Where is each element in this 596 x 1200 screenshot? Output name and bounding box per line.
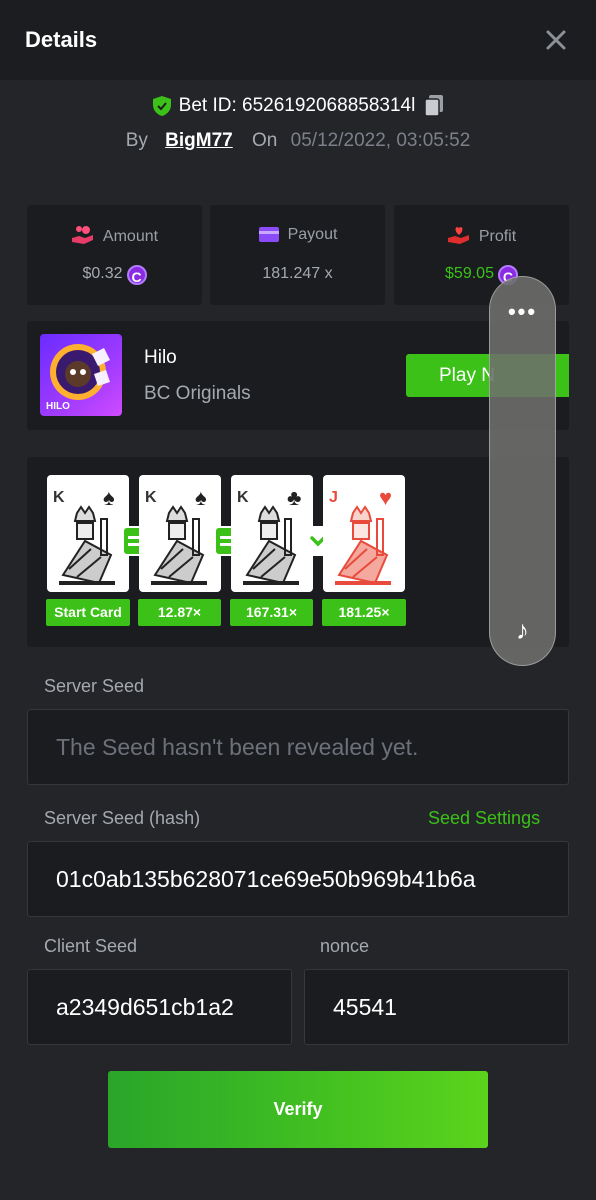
server-seed-label: Server Seed (44, 676, 145, 696)
shield-check-icon (151, 95, 173, 117)
nonce-label: nonce (320, 936, 370, 956)
page-title: Details (25, 27, 98, 52)
playing-card: K ♣ (231, 475, 313, 592)
amount-label: Amount (102, 228, 159, 245)
jack-figure-icon (335, 505, 391, 585)
king-figure-icon (151, 505, 207, 585)
username-link[interactable]: BigM77 (165, 130, 233, 151)
hand-heart-icon (447, 227, 469, 244)
game-provider: BC Originals (144, 383, 251, 404)
verify-button[interactable]: Verify (108, 1071, 488, 1148)
payout-card: Payout 181.247 x (210, 205, 385, 305)
floating-side-widget[interactable]: ••• ♪ (489, 276, 556, 666)
server-seed-field[interactable]: The Seed hasn't been revealed yet. (27, 709, 569, 785)
playing-card: K ♠ (139, 475, 221, 592)
card-multiplier-badge: 167.31× (230, 599, 313, 626)
bet-datetime: 05/12/2022, 03:05:52 (290, 130, 471, 151)
king-figure-icon (243, 505, 299, 585)
header-bar: Details (0, 0, 596, 80)
server-seed-hash-field[interactable]: 01c0ab135b628071ce69e50b969b41b6a (27, 841, 569, 917)
bet-byline: By BigM77 On 05/12/2022, 03:05:52 (0, 130, 596, 152)
game-row: HILO Hilo BC Originals Play N (27, 321, 569, 430)
playing-card: K ♠ (47, 475, 129, 592)
amount-value: $0.32 (82, 265, 123, 282)
music-note-icon[interactable]: ♪ (490, 615, 555, 646)
client-seed-label: Client Seed (44, 936, 138, 956)
cards-history: K ♠ K ♠ K ♣ J ♥ Start Card 12.87× 167.31… (27, 457, 569, 647)
thumb-title: HILO (46, 401, 70, 412)
server-seed-hash-label: Server Seed (hash) (44, 808, 201, 828)
amount-card: Amount $0.32 C (27, 205, 202, 305)
seed-settings-link[interactable]: Seed Settings (428, 808, 540, 829)
on-label: On (252, 130, 278, 151)
nonce-field[interactable]: 45541 (304, 969, 569, 1045)
close-icon[interactable] (542, 26, 570, 54)
payout-value: 181.247 x (262, 265, 333, 282)
profit-value: $59.05 (445, 265, 494, 282)
wallet-icon (258, 227, 279, 242)
by-label: By (125, 130, 148, 151)
king-figure-icon (59, 505, 115, 585)
currency-coin-icon: C (126, 265, 147, 285)
card-multiplier-badge: Start Card (46, 599, 130, 626)
payout-label: Payout (287, 226, 338, 243)
playing-card: J ♥ (323, 475, 405, 592)
hand-coins-icon (71, 226, 93, 244)
more-options-icon[interactable]: ••• (490, 299, 555, 325)
client-seed-field[interactable]: a2349d651cb1a2 (27, 969, 292, 1045)
copy-icon[interactable] (423, 94, 445, 118)
bet-id-row: Bet ID: 6526192068858314l (0, 94, 596, 122)
card-multiplier-badge: 12.87× (138, 599, 221, 626)
game-name: Hilo (144, 347, 177, 368)
profit-label: Profit (478, 228, 517, 245)
bet-id-text: Bet ID: 6526192068858314l (178, 95, 416, 116)
game-thumbnail[interactable]: HILO (40, 334, 122, 416)
card-multiplier-badge: 181.25× (322, 599, 406, 626)
